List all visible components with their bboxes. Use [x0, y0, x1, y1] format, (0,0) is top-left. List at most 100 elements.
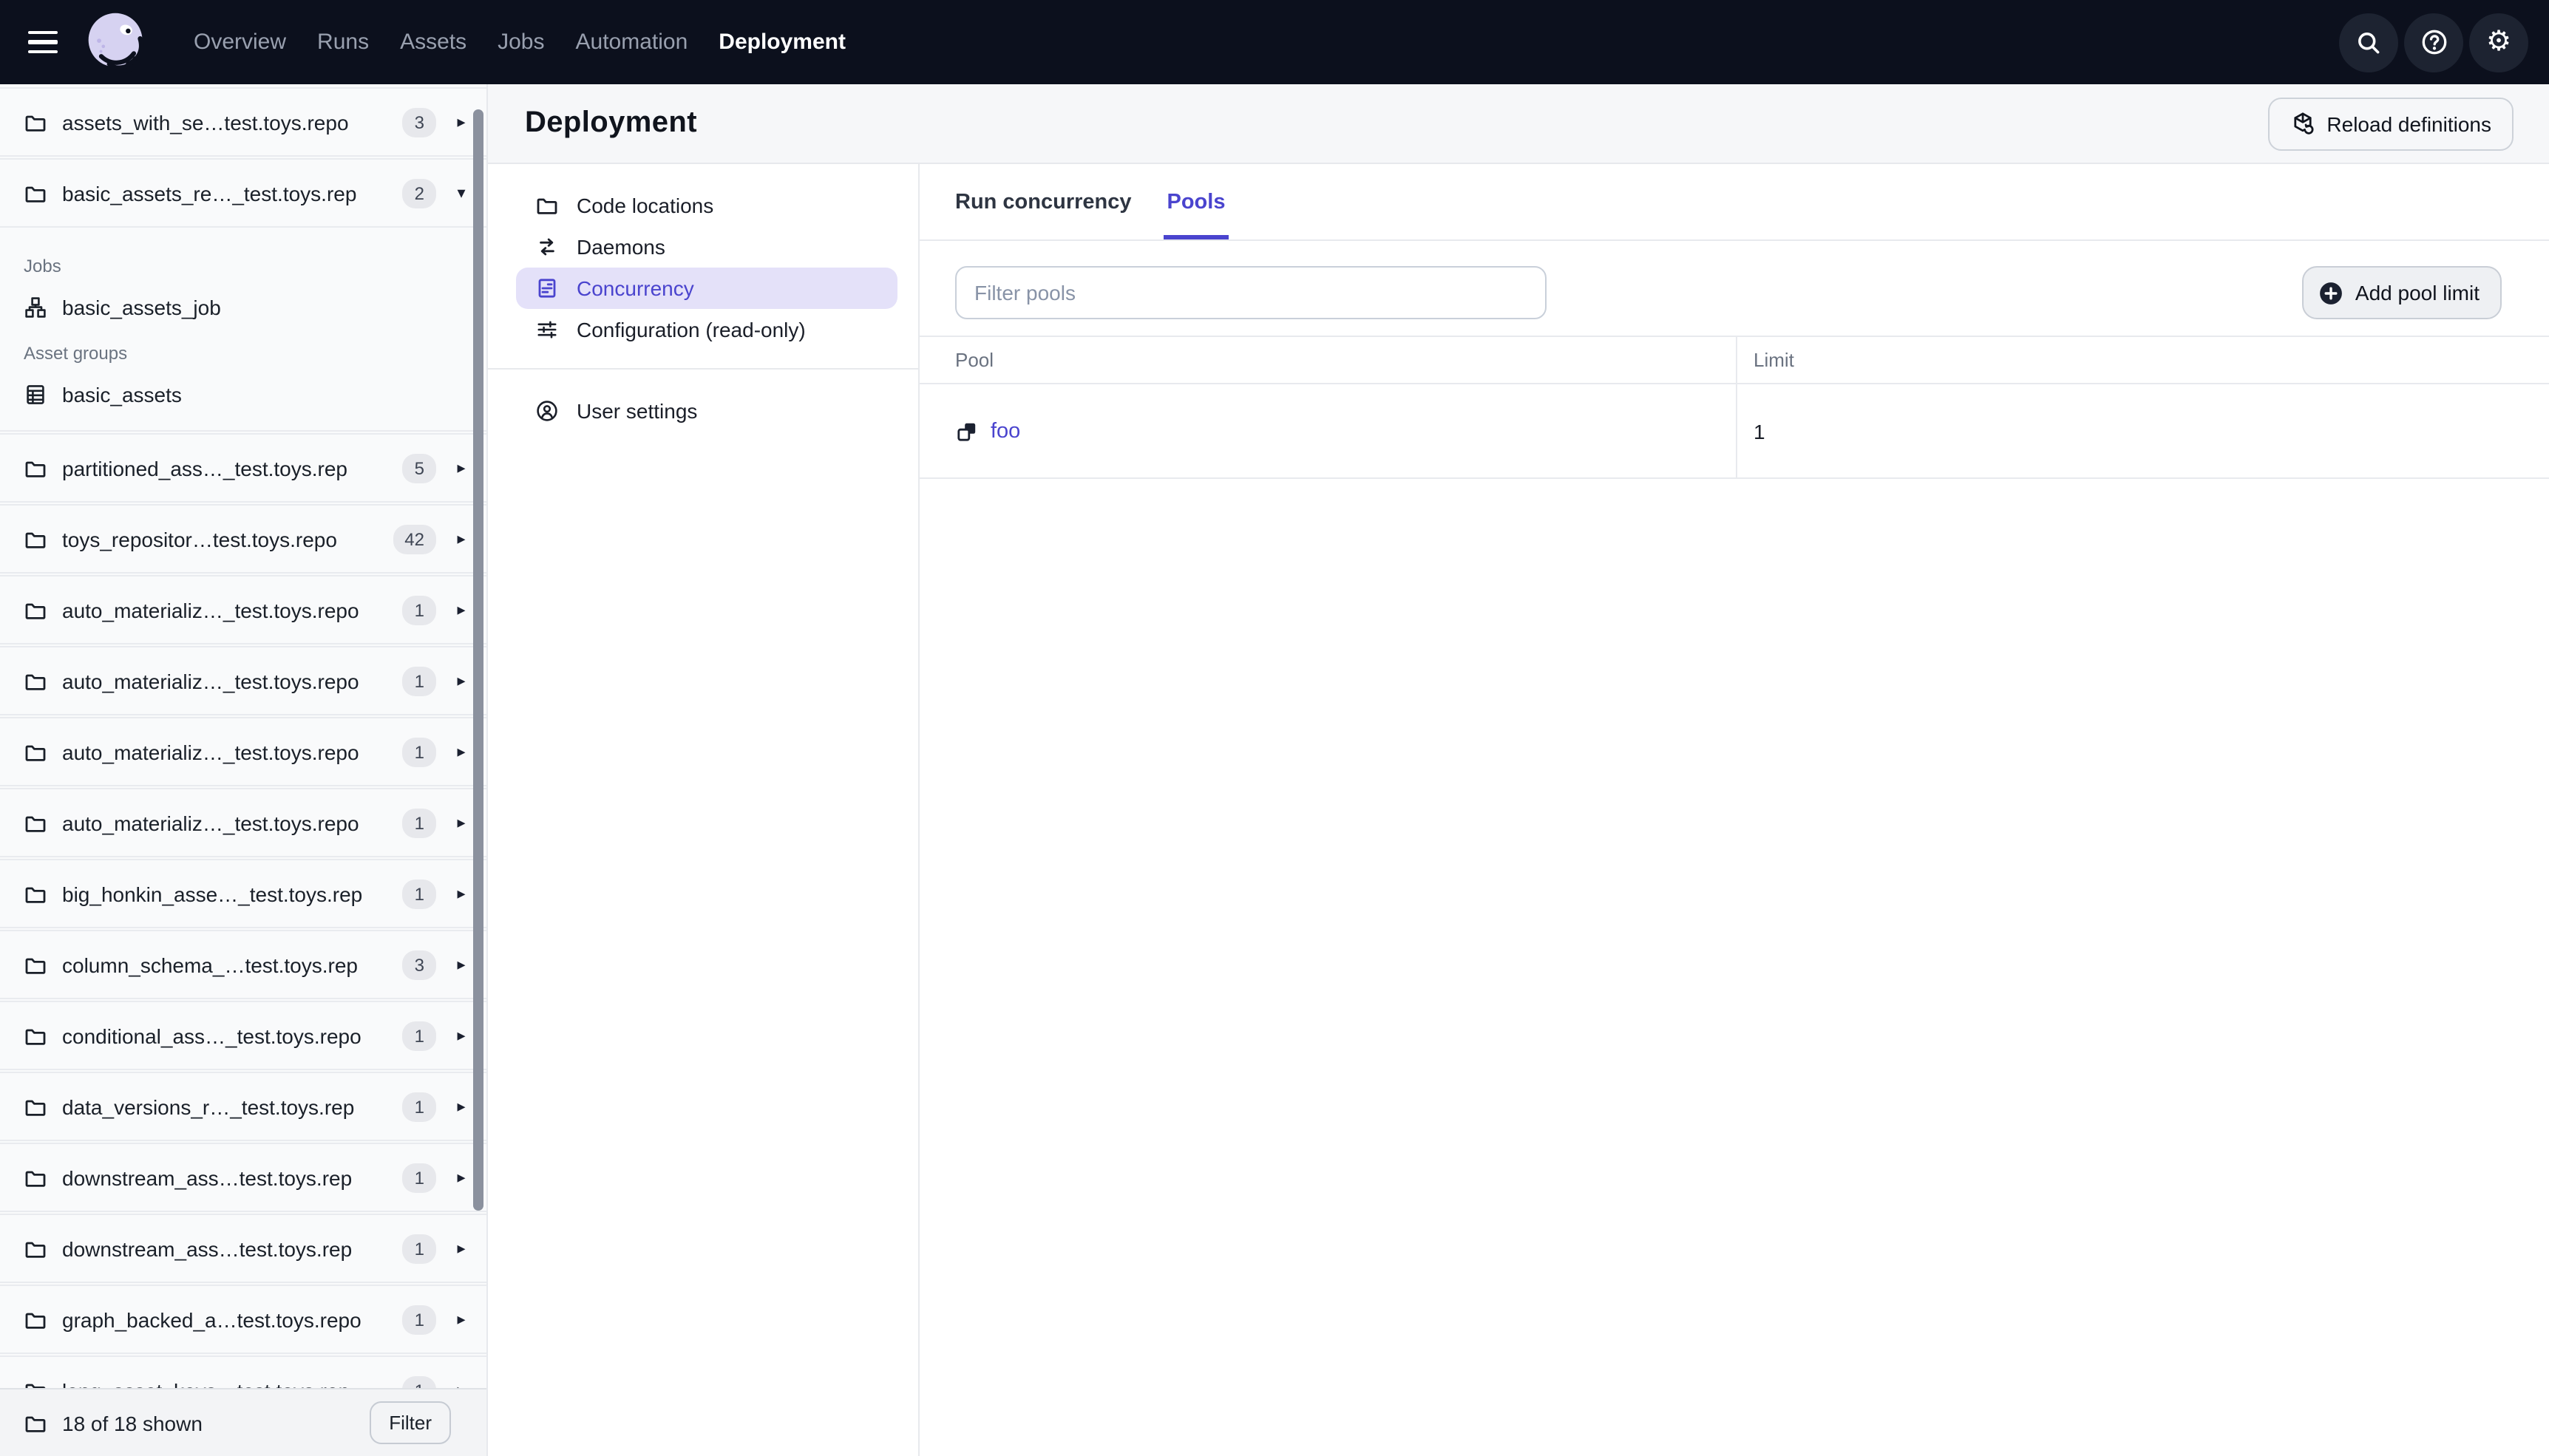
sidebar-repo-row[interactable]: big_honkin_asse…_test.toys.rep 1 ▸ [0, 859, 486, 928]
deployment-nav: Code locations Daemons Concurrency Configur… [488, 164, 920, 1456]
deployment-nav-label: Daemons [577, 235, 665, 259]
sidebar-repo-row[interactable]: basic_assets_re…_test.toys.rep 2 ▾ [0, 158, 486, 228]
sidebar-repo-row[interactable]: conditional_ass…_test.toys.repo 1 ▸ [0, 1001, 486, 1070]
filter-pools-input[interactable] [955, 266, 1547, 319]
daemons-icon [535, 235, 559, 259]
sidebar-repo-row[interactable]: downstream_ass…test.toys.rep 1 ▸ [0, 1214, 486, 1283]
repo-count-badge: 1 [402, 1163, 436, 1192]
folder-icon [24, 1095, 47, 1118]
folder-icon [535, 194, 559, 217]
repo-count-badge: 42 [393, 524, 436, 554]
repo-count-badge: 5 [402, 453, 436, 483]
plus-circle-icon [2318, 280, 2343, 305]
app: Overview Runs Assets Jobs Automation Deployme… [0, 0, 2549, 1456]
sidebar-footer: 18 of 18 shown Filter [0, 1388, 486, 1456]
reload-definitions-label: Reload definitions [2326, 112, 2491, 135]
add-pool-limit-button[interactable]: Add pool limit [2301, 266, 2502, 319]
chevron-right-icon[interactable]: ▸ [451, 1239, 472, 1258]
repo-count-badge: 1 [402, 595, 436, 625]
sidebar-repo-row[interactable]: auto_materializ…_test.toys.repo 1 ▸ [0, 788, 486, 857]
sidebar-repo-row[interactable]: downstream_ass…test.toys.rep 1 ▸ [0, 1143, 486, 1212]
pool-link[interactable]: foo [955, 419, 1020, 443]
repo-label: basic_assets_re…_test.toys.rep [62, 181, 357, 205]
top-nav-runs[interactable]: Runs [317, 30, 369, 55]
deployment-nav-user-settings[interactable]: User settings [516, 390, 897, 432]
reload-definitions-button[interactable]: Reload definitions [2267, 97, 2514, 150]
chevron-right-icon[interactable]: ▸ [451, 529, 472, 548]
sidebar-repo-row[interactable]: auto_materializ…_test.toys.repo 1 ▸ [0, 717, 486, 786]
deployment-nav-label: Code locations [577, 194, 714, 217]
reload-cube-icon [2290, 111, 2315, 136]
sidebar-repo-row[interactable]: graph_backed_a…test.toys.repo 1 ▸ [0, 1285, 486, 1354]
top-nav-jobs[interactable]: Jobs [498, 30, 544, 55]
add-pool-limit-label: Add pool limit [2355, 281, 2480, 305]
deployment-nav-daemons[interactable]: Daemons [516, 226, 897, 268]
tab-run-concurrency[interactable]: Run concurrency [955, 164, 1132, 239]
deployment-nav-code-locations[interactable]: Code locations [516, 185, 897, 226]
chevron-right-icon[interactable]: ▸ [451, 955, 472, 974]
column-header-pool: Pool [920, 337, 1737, 383]
chevron-right-icon[interactable]: ▸ [451, 742, 472, 761]
deployment-nav-concurrency[interactable]: Concurrency [516, 268, 897, 309]
repo-section-item[interactable]: basic_assets_job [24, 285, 463, 328]
folder-icon [24, 811, 47, 834]
repo-label: big_honkin_asse…_test.toys.rep [62, 882, 363, 905]
chevron-right-icon[interactable]: ▸ [451, 1381, 472, 1388]
chevron-right-icon[interactable]: ▸ [451, 671, 472, 690]
sidebar-repo-row[interactable]: toys_repositor…test.toys.repo 42 ▸ [0, 504, 486, 574]
repo-count-badge: 1 [402, 1375, 436, 1388]
repo-count-badge: 3 [402, 107, 436, 137]
repo-section-label: Jobs [24, 256, 61, 276]
sidebar-repo-row[interactable]: auto_materializ…_test.toys.repo 1 ▸ [0, 575, 486, 644]
top-nav-assets[interactable]: Assets [400, 30, 466, 55]
top-nav-automation[interactable]: Automation [576, 30, 688, 55]
repo-count-badge: 1 [402, 1304, 436, 1334]
repo-label: assets_with_se…test.toys.repo [62, 110, 349, 134]
top-nav-deployment[interactable]: Deployment [719, 30, 846, 55]
chevron-right-icon[interactable]: ▸ [451, 813, 472, 832]
chevron-right-icon[interactable]: ▸ [451, 600, 472, 619]
sidebar-scrollbar[interactable] [473, 109, 483, 1211]
folder-icon [24, 740, 47, 763]
sidebar-repo-row[interactable]: partitioned_ass…_test.toys.rep 5 ▸ [0, 433, 486, 503]
chevron-right-icon[interactable]: ▸ [451, 1310, 472, 1329]
folder-icon [24, 1166, 47, 1189]
repo-label: data_versions_r…_test.toys.rep [62, 1095, 355, 1118]
chevron-right-icon[interactable]: ▸ [451, 884, 472, 903]
pool-limit-value: 1 [1754, 419, 1765, 443]
help-icon[interactable] [2404, 13, 2463, 72]
folder-icon [24, 1378, 47, 1388]
sliders-icon [535, 318, 559, 341]
settings-icon[interactable]: ⚙ [2469, 13, 2528, 72]
repo-label: auto_materializ…_test.toys.repo [62, 811, 359, 834]
pools-table-row: foo 1 [920, 384, 2549, 479]
repo-expanded-section: Jobs basic_assets_job Asset groups basic_as… [0, 229, 486, 432]
tab-pools[interactable]: Pools [1164, 164, 1229, 239]
sidebar-repo-row[interactable]: auto_materializ…_test.toys.repo 1 ▸ [0, 646, 486, 715]
repo-label: downstream_ass…test.toys.rep [62, 1236, 353, 1260]
top-nav-overview[interactable]: Overview [194, 30, 286, 55]
repo-count-badge: 3 [402, 950, 436, 979]
hamburger-icon[interactable] [18, 17, 68, 67]
sidebar-repo-row[interactable]: data_versions_r…_test.toys.rep 1 ▸ [0, 1072, 486, 1141]
chevron-right-icon[interactable]: ▸ [451, 458, 472, 477]
search-icon[interactable] [2339, 13, 2398, 72]
chevron-right-icon[interactable]: ▸ [451, 1168, 472, 1187]
chevron-right-icon[interactable]: ▸ [451, 1097, 472, 1116]
sidebar-filter-button[interactable]: Filter [370, 1401, 451, 1444]
repo-label: column_schema_…test.toys.rep [62, 953, 358, 976]
chevron-right-icon[interactable]: ▸ [451, 1026, 472, 1045]
repo-label: downstream_ass…test.toys.rep [62, 1166, 353, 1189]
sidebar-repo-row[interactable]: column_schema_…test.toys.rep 3 ▸ [0, 930, 486, 999]
asset-group-icon [24, 382, 47, 406]
repo-label: graph_backed_a…test.toys.repo [62, 1307, 362, 1331]
sidebar-repo-row[interactable]: assets_with_se…test.toys.repo 3 ▸ [0, 87, 486, 157]
chevron-down-icon[interactable]: ▾ [451, 183, 472, 203]
deployment-nav-configuration-read-only[interactable]: Configuration (read-only) [516, 309, 897, 350]
dagster-logo-icon[interactable] [83, 8, 151, 76]
chevron-right-icon[interactable]: ▸ [451, 112, 472, 132]
repo-section-item[interactable]: basic_assets [24, 372, 463, 415]
sidebar-repo-row[interactable]: long_asset_keys…test.toys.rep 1 ▸ [0, 1355, 486, 1388]
repo-label: toys_repositor…test.toys.repo [62, 527, 337, 551]
folder-icon [24, 953, 47, 976]
